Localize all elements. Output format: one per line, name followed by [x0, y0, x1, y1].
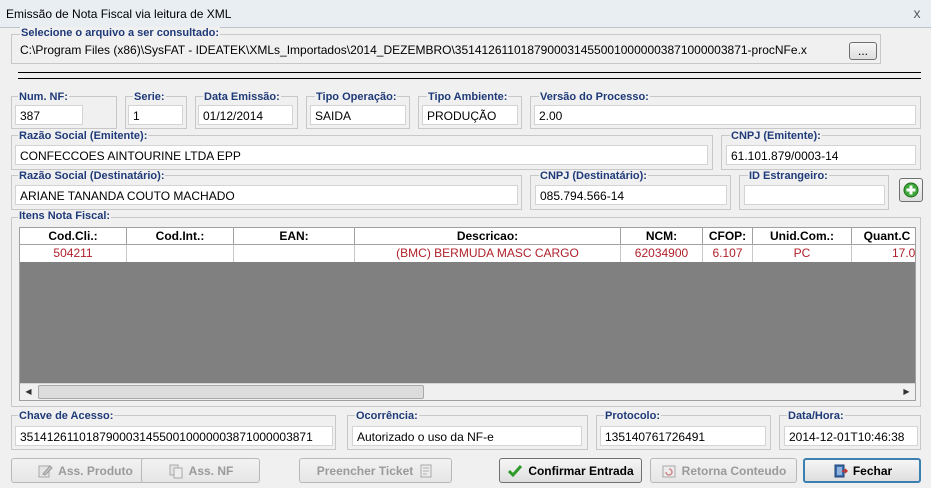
- protocolo-label: Protocolo:: [604, 410, 661, 422]
- col-unid-com[interactable]: Unid.Com.:: [753, 228, 852, 244]
- retorna-conteudo-label: Retorna Conteudo: [681, 463, 787, 478]
- ass-produto-label: Ass. Produto: [58, 463, 133, 478]
- data-emissao-label: Data Emissão:: [203, 91, 281, 103]
- table-row[interactable]: 504211 (BMC) BERMUDA MASC CARGO 62034900…: [20, 245, 916, 262]
- cnpj-emitente-field[interactable]: 61.101.879/0003-14: [726, 145, 916, 165]
- scroll-left-icon[interactable]: ◀: [20, 384, 37, 400]
- cell-descricao: (BMC) BERMUDA MASC CARGO: [355, 245, 621, 262]
- versao-label: Versão do Processo:: [539, 91, 650, 103]
- plus-icon: [903, 182, 919, 198]
- separator-top: [18, 72, 921, 73]
- serie-field[interactable]: 1: [128, 105, 183, 125]
- separator-bottom: [18, 78, 921, 79]
- checkmark-icon: [508, 464, 523, 477]
- cell-ncm: 62034900: [621, 245, 703, 262]
- confirmar-entrada-label: Confirmar Entrada: [528, 463, 634, 478]
- restore-icon: [662, 465, 676, 477]
- cell-ean: [234, 245, 355, 262]
- num-nf-label: Num. NF:: [18, 91, 69, 103]
- tipo-ambiente-label: Tipo Ambiente:: [427, 91, 509, 103]
- chave-field[interactable]: 3514126110187900031455001000000387100000…: [15, 426, 333, 446]
- razao-emitente-field[interactable]: CONFECCOES AINTOURINE LTDA EPP: [15, 145, 708, 165]
- cell-unid-com: PC: [753, 245, 852, 262]
- fechar-button[interactable]: Fechar: [803, 458, 921, 483]
- col-descricao[interactable]: Descricao:: [355, 228, 621, 244]
- scroll-thumb[interactable]: [38, 385, 424, 399]
- tipo-operacao-field[interactable]: SAIDA: [310, 105, 406, 125]
- browse-button[interactable]: ...: [849, 42, 877, 60]
- itens-grid[interactable]: Cod.Cli.: Cod.Int.: EAN: Descricao: NCM:…: [19, 227, 916, 401]
- grid-header: Cod.Cli.: Cod.Int.: EAN: Descricao: NCM:…: [20, 228, 915, 245]
- preencher-ticket-label: Preencher Ticket: [316, 463, 414, 478]
- ocorrencia-label: Ocorrência:: [355, 410, 419, 422]
- confirmar-entrada-button[interactable]: Confirmar Entrada: [499, 458, 642, 483]
- versao-field[interactable]: 2.00: [534, 105, 916, 125]
- fechar-label: Fechar: [852, 463, 893, 478]
- id-estrangeiro-field[interactable]: [744, 185, 885, 205]
- tipo-ambiente-field[interactable]: PRODUÇÃO: [422, 105, 518, 125]
- datahora-field[interactable]: 2014-12-01T10:46:38: [784, 426, 918, 446]
- file-path[interactable]: C:\Program Files (x86)\SysFAT - IDEATEK\…: [20, 43, 845, 57]
- razao-destinatario-label: Razão Social (Destinatário):: [18, 170, 166, 182]
- ass-produto-button[interactable]: Ass. Produto: [11, 458, 159, 483]
- cnpj-destinatario-label: CNPJ (Destinatário):: [539, 170, 648, 182]
- retorna-conteudo-button[interactable]: Retorna Conteudo: [650, 458, 797, 483]
- col-quant[interactable]: Quant.C: [852, 228, 915, 244]
- scroll-right-icon[interactable]: ▶: [898, 384, 915, 400]
- razao-destinatario-field[interactable]: ARIANE TANANDA COUTO MACHADO: [15, 185, 518, 205]
- protocolo-field[interactable]: 135140761726491: [600, 426, 766, 446]
- horizontal-scrollbar[interactable]: ◀ ▶: [20, 383, 915, 400]
- col-cod-cli[interactable]: Cod.Cli.:: [20, 228, 127, 244]
- itens-label: Itens Nota Fiscal:: [18, 210, 112, 222]
- col-ncm[interactable]: NCM:: [621, 228, 703, 244]
- ticket-icon: [420, 464, 432, 477]
- window-title: Emissão de Nota Fiscal via leitura de XM…: [6, 7, 232, 21]
- data-emissao-field[interactable]: 01/12/2014: [198, 105, 293, 125]
- col-cod-int[interactable]: Cod.Int.:: [127, 228, 234, 244]
- tipo-operacao-label: Tipo Operação:: [315, 91, 398, 103]
- cell-cfop: 6.107: [703, 245, 753, 262]
- door-exit-icon: [834, 464, 848, 477]
- razao-emitente-label: Razão Social (Emitente):: [18, 130, 149, 142]
- datahora-label: Data/Hora:: [787, 410, 845, 422]
- file-label: Selecione o arquivo a ser consultado:: [20, 27, 221, 39]
- num-nf-field[interactable]: 387: [15, 105, 83, 125]
- add-button[interactable]: [899, 178, 923, 202]
- edit-icon: [38, 464, 53, 477]
- ass-nf-button[interactable]: Ass. NF: [141, 458, 260, 483]
- col-ean[interactable]: EAN:: [234, 228, 355, 244]
- ass-nf-label: Ass. NF: [188, 463, 234, 478]
- col-cfop[interactable]: CFOP:: [703, 228, 753, 244]
- preencher-ticket-button[interactable]: Preencher Ticket: [299, 458, 452, 483]
- cell-cod-int: [127, 245, 234, 262]
- serie-label: Serie:: [133, 91, 166, 103]
- ocorrencia-field[interactable]: Autorizado o uso da NF-e: [352, 426, 582, 446]
- id-estrangeiro-label: ID Estrangeiro:: [748, 170, 829, 182]
- documents-icon: [169, 464, 183, 478]
- cnpj-emitente-label: CNPJ (Emitente):: [730, 130, 822, 142]
- cnpj-destinatario-field[interactable]: 085.794.566-14: [535, 185, 727, 205]
- chave-label: Chave de Acesso:: [18, 410, 115, 422]
- cell-cod-cli: 504211: [20, 245, 127, 262]
- close-icon[interactable]: x: [907, 4, 927, 22]
- cell-quant: 17.00: [891, 246, 916, 260]
